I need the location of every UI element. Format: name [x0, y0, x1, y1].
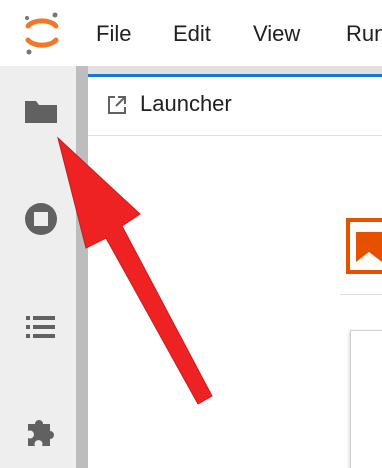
menu-view[interactable]: View [253, 20, 300, 48]
table-of-contents-icon[interactable] [22, 308, 60, 346]
launcher-card[interactable] [350, 330, 382, 468]
jupyterlab-window: File Edit View Run Launcher [0, 0, 382, 468]
menu-file[interactable]: File [96, 20, 131, 48]
running-icon[interactable] [22, 200, 60, 238]
menu-run[interactable]: Run [346, 20, 382, 48]
launcher-icon [108, 96, 126, 114]
tab-launcher[interactable]: Launcher [88, 74, 382, 136]
folder-icon[interactable] [22, 92, 60, 130]
jupyter-logo-icon[interactable] [22, 10, 62, 56]
left-sidebar [0, 66, 76, 468]
menu-edit[interactable]: Edit [173, 20, 211, 48]
launcher-section-divider [340, 294, 382, 295]
tab-bar-background [88, 66, 382, 74]
menu-bar: File Edit View Run [0, 0, 382, 66]
main-dock-area: Launcher [88, 66, 382, 468]
extension-icon[interactable] [22, 412, 60, 450]
bookmark-icon [356, 232, 382, 262]
tab-label: Launcher [140, 91, 232, 116]
sidebar-divider[interactable] [76, 66, 88, 468]
launcher-section-icon [346, 218, 382, 274]
